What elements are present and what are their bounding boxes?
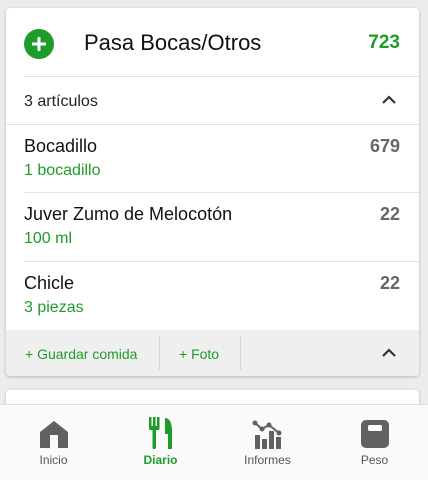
food-quantity: 100 ml xyxy=(24,230,73,247)
meal-card: Pasa Bocas/Otros 723 3 artículos Bocadil… xyxy=(6,8,419,376)
food-name: Juver Zumo de Melocotón xyxy=(24,204,233,224)
items-summary-row[interactable]: 3 artículos xyxy=(6,77,419,125)
chevron-up-icon[interactable] xyxy=(381,94,397,106)
items-count: 3 artículos xyxy=(24,93,98,110)
food-calories: 22 xyxy=(379,204,400,224)
scale-icon xyxy=(360,420,389,448)
food-item[interactable]: Bocadillo 1 bocadillo 679 xyxy=(6,125,419,192)
nav-item-peso[interactable]: Peso xyxy=(321,405,428,480)
chart-icon xyxy=(252,420,281,449)
nav-label: Informes xyxy=(244,453,291,467)
chevron-up-icon[interactable] xyxy=(381,347,397,359)
bottom-navigation: Inicio Diario Informes Peso xyxy=(0,404,428,480)
food-calories: 679 xyxy=(369,136,400,156)
nav-item-informes[interactable]: Informes xyxy=(214,405,321,480)
food-quantity: 3 piezas xyxy=(24,299,84,316)
add-photo-button[interactable]: + Foto xyxy=(179,346,219,362)
plus-circle-icon[interactable] xyxy=(24,29,54,59)
food-quantity: 1 bocadillo xyxy=(24,162,101,179)
food-name: Chicle xyxy=(24,273,75,293)
meal-title: Pasa Bocas/Otros xyxy=(84,30,262,55)
nav-label: Inicio xyxy=(39,453,68,467)
meal-total-calories: 723 xyxy=(368,32,400,53)
nav-label: Diario xyxy=(143,453,178,467)
save-meal-button[interactable]: + Guardar comida xyxy=(25,346,137,362)
nav-item-inicio[interactable]: Inicio xyxy=(0,405,107,480)
fork-knife-icon xyxy=(148,417,172,449)
food-calories: 22 xyxy=(379,273,400,293)
food-item[interactable]: Chicle 3 piezas 22 xyxy=(6,262,419,329)
meal-header[interactable]: Pasa Bocas/Otros 723 xyxy=(6,8,419,76)
food-item[interactable]: Juver Zumo de Melocotón 100 ml 22 xyxy=(6,193,419,260)
divider xyxy=(159,336,160,370)
nav-item-diario[interactable]: Diario xyxy=(107,405,214,480)
divider xyxy=(240,336,241,370)
meal-footer: + Guardar comida + Foto xyxy=(6,330,419,376)
home-icon xyxy=(39,421,68,448)
nav-label: Peso xyxy=(360,453,389,467)
food-name: Bocadillo xyxy=(24,136,98,156)
